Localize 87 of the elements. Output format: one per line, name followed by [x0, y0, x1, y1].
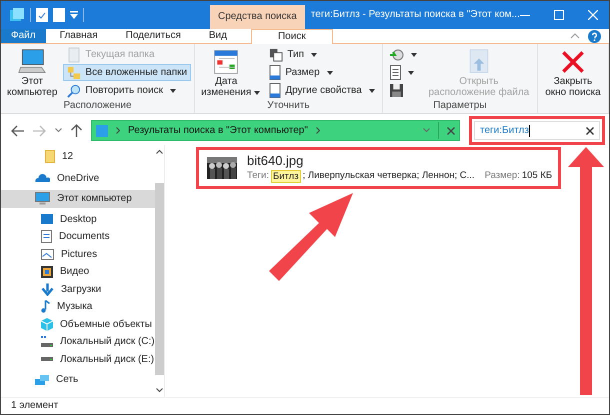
address-field[interactable]: Результаты поиска в "Этот компьютер": [91, 120, 460, 141]
ribbon-button[interactable]: Повторить поиск: [63, 82, 192, 99]
ribbon-tab[interactable]: Поиск: [250, 29, 333, 44]
nav-item[interactable]: Загрузки: [1, 280, 155, 298]
ribbon-tab[interactable]: Вид: [194, 29, 241, 43]
image-icon: [41, 248, 54, 260]
monitor-icon: [35, 192, 50, 206]
list-icon: [390, 65, 401, 80]
page-icon: [269, 65, 282, 80]
ribbon-button[interactable]: Закрыть окно поиска: [540, 46, 605, 100]
caret-icon: [410, 52, 417, 56]
drive-icon: [41, 357, 53, 362]
caret-icon: [254, 91, 260, 95]
ribbon-button[interactable]: Тип: [265, 46, 379, 63]
nav-item[interactable]: Desktop: [1, 210, 155, 228]
page-icon: [67, 46, 82, 62]
context-tab-title: Средства поиска: [210, 5, 305, 29]
nav-item[interactable]: 12: [1, 148, 155, 166]
document-icon: [41, 230, 52, 244]
chevron-down-icon[interactable]: [55, 128, 62, 133]
size-label: Размер:: [484, 170, 520, 183]
tags-label: Теги:: [247, 170, 269, 183]
scroll-down-icon[interactable]: [156, 388, 163, 393]
nav-item[interactable]: Локальный диск (C:): [1, 333, 155, 350]
ribbon-button[interactable]: Другие свойства: [265, 82, 379, 99]
back-icon[interactable]: [11, 124, 24, 136]
nav-item[interactable]: Сеть: [1, 371, 155, 388]
chevron-right-icon[interactable]: [316, 127, 320, 134]
cube-icon: [41, 318, 53, 331]
nav-item[interactable]: Этот компьютер: [1, 190, 155, 208]
ribbon-tab[interactable]: Файл: [1, 29, 46, 43]
ribbon-group-label: Расположение: [62, 100, 133, 113]
music-note-icon: [41, 300, 50, 314]
window-title: теги:Битлз - Результаты поиска в "Этот ком...: [310, 8, 520, 22]
help-icon[interactable]: [588, 30, 601, 42]
ribbon-group-label: Уточнить: [266, 100, 311, 113]
desktop-icon: [41, 214, 53, 224]
ribbon-button[interactable]: Все вложенные папки: [63, 64, 192, 81]
nav-item[interactable]: Documents: [1, 228, 155, 246]
properties-icon[interactable]: [36, 8, 48, 22]
scroll-up-icon[interactable]: [156, 149, 163, 154]
page-icon: [269, 83, 282, 98]
tags-value: ; Ливерпульская четверка; Леннон; С...: [302, 170, 475, 183]
size-value: 105 КБ: [522, 170, 552, 183]
caret-icon: [368, 88, 375, 92]
clear-icon[interactable]: [586, 126, 594, 134]
chevron-down-icon[interactable]: [423, 128, 430, 133]
file-name: bit640.jpg: [247, 153, 304, 168]
caret-icon: [408, 70, 414, 74]
download-icon: [41, 282, 54, 296]
caret-icon[interactable]: [70, 11, 78, 19]
caret-icon: [326, 70, 333, 74]
nav-item[interactable]: Видео: [1, 263, 155, 280]
nav-item[interactable]: Музыка: [1, 298, 155, 316]
computer-icon: [17, 48, 48, 76]
clock-icon: [390, 48, 404, 60]
drive-icon: [41, 336, 53, 348]
search-match: Битлз: [270, 170, 301, 183]
chevron-right-icon: [116, 127, 120, 134]
cloud-icon: [35, 174, 50, 183]
nav-item[interactable]: Локальный диск (E:): [1, 350, 155, 368]
ribbon-button[interactable]: Размер: [265, 64, 379, 81]
item-count: 1 элемент: [11, 400, 58, 411]
folder-icon: [45, 150, 55, 164]
collapse-ribbon-icon[interactable]: [570, 33, 580, 39]
search-icon: [67, 84, 82, 98]
nav-item[interactable]: Объемные объекты: [1, 316, 155, 333]
ribbon-button[interactable]: Дата изменения: [198, 46, 262, 100]
close-icon[interactable]: [447, 126, 455, 134]
search-field[interactable]: теги:Битлз: [474, 121, 600, 140]
ribbon-group-label: Параметры: [432, 100, 488, 113]
calendar-icon: [212, 48, 240, 76]
ribbon-button[interactable]: Этот компьютер: [4, 46, 60, 100]
folders-icon: [67, 66, 82, 80]
up-icon[interactable]: [71, 124, 82, 137]
search-result-item[interactable]: bit640.jpg Теги: Битлз ; Ливерпульская четверка; Леннон; С... Размер: 105 КБ: [196, 147, 562, 189]
address-path[interactable]: Результаты поиска в "Этот компьютер": [128, 125, 308, 136]
folder-icon[interactable]: [9, 7, 25, 23]
network-icon: [35, 374, 49, 385]
film-icon: [41, 266, 53, 278]
maximize-icon[interactable]: [554, 10, 564, 20]
caret-icon: [170, 88, 176, 92]
nav-item[interactable]: Pictures: [1, 246, 155, 263]
ribbon-tab[interactable]: Поделиться: [112, 29, 195, 43]
caret-icon: [310, 52, 317, 56]
ribbon-tab[interactable]: Главная: [46, 29, 112, 43]
nav-item[interactable]: OneDrive: [1, 170, 155, 187]
